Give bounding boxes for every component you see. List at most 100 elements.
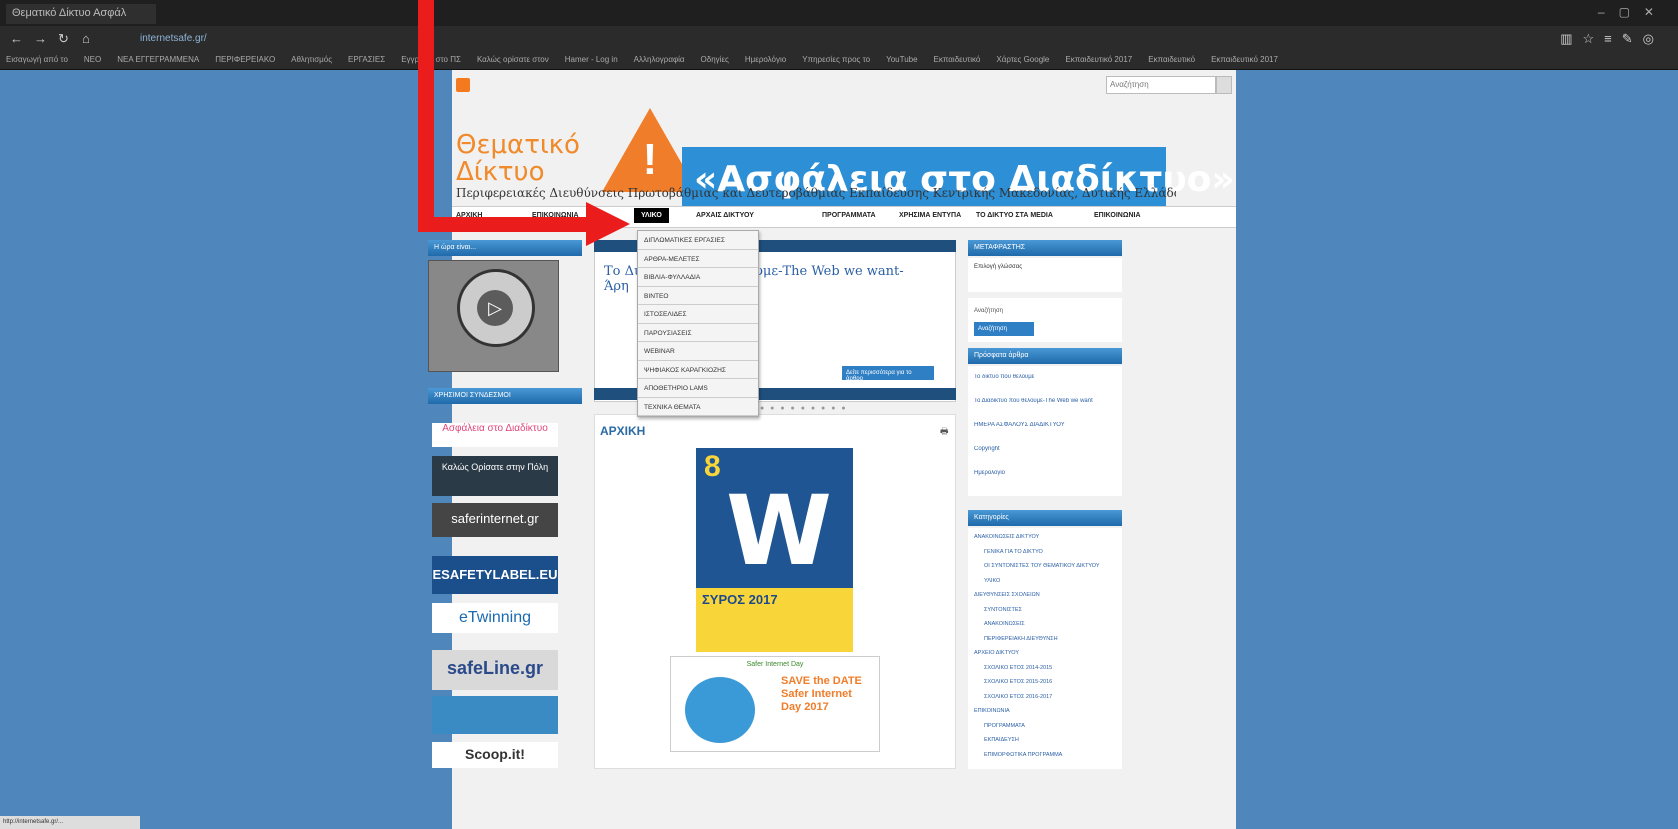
category-link[interactable]: ΓΕΝΙΚΑ ΓΙΑ ΤΟ ΔΙΚΤΥΟ: [984, 549, 1122, 555]
category-link[interactable]: ΔΙΕΥΘΥΝΣΕΙΣ ΣΧΟΛΕΙΩΝ: [974, 592, 1114, 598]
clock-video[interactable]: ▷: [428, 260, 559, 372]
categories-title: Κατηγορίες: [968, 510, 1122, 526]
favorite-item[interactable]: ΕΡΓΑΣΙΕΣ: [348, 55, 385, 64]
category-link[interactable]: ΑΡΧΕΙΟ ΔΙΚΤΥΟΥ: [974, 650, 1114, 656]
read-more-button[interactable]: Δείτε περισσότερα για το άρθρο: [842, 366, 934, 382]
dropdown-item[interactable]: ΒΙΝΤΕΟ: [638, 287, 758, 305]
play-button[interactable]: ▷: [477, 290, 513, 326]
poster-city: ΣΥΡΟΣ 2017: [696, 588, 853, 652]
recent-article-link[interactable]: Το Διαδίκτυο που θέλουμε-The Web we want: [974, 398, 1116, 404]
dropdown-item[interactable]: ΤΕΧΝΙΚΑ ΘΕΜΑΤΑ: [638, 398, 758, 416]
print-icon[interactable]: 🖶: [940, 424, 949, 440]
recent-article-link[interactable]: ΗΜΕΡΑ ΑΣΦΑΛΟΥΣ ΔΙΑΔΙΚΤΥΟΥ: [974, 422, 1116, 428]
favorite-item[interactable]: Εκπαιδευτικό 2017: [1065, 55, 1132, 64]
favorite-item[interactable]: NEO: [84, 55, 101, 64]
menu-item-archive[interactable]: ΑΡΧΑΙΣ ΔΙΚΤΥΟΥ: [696, 212, 754, 219]
link-saferinternet[interactable]: saferinternet.gr: [432, 503, 558, 537]
clock-box-title: Η ώρα είναι...: [428, 240, 582, 256]
dropdown-item[interactable]: ΨΗΦΙΑΚΟΣ ΚΑΡΑΓΚΙΟΖΗΣ: [638, 361, 758, 379]
recent-articles-title: Πρόσφατα άρθρα: [968, 348, 1122, 364]
category-link[interactable]: ΕΠΙΜΟΡΦΩΤΙΚΑ ΠΡΟΓΡΑΜΜΑ: [984, 752, 1122, 758]
category-link[interactable]: ΕΠΙΚΟΙΝΩΝΙΑ: [974, 708, 1114, 714]
red-arrow-shaft-horizontal: [418, 217, 588, 232]
dropdown-item[interactable]: WEBINAR: [638, 342, 758, 361]
category-link[interactable]: ΣΧΟΛΙΚΟ ΕΤΟΣ 2016-2017: [984, 694, 1122, 700]
category-link[interactable]: ΠΕΡΙΦΕΡΕΙΑΚΗ ΔΙΕΥΘΥΝΣΗ: [984, 636, 1122, 642]
link-scoopit[interactable]: Scoop.it!: [432, 742, 558, 768]
sid-text: SAVE the DATE Safer Internet Day 2017: [781, 675, 862, 713]
slider-dots[interactable]: ● ● ● ● ● ● ● ● ●: [760, 405, 848, 412]
favorite-item[interactable]: Εκπαιδευτικό: [934, 55, 981, 64]
menu-item-media[interactable]: ΤΟ ΔΙΚΤΥΟ ΣΤΑ MEDIA: [976, 212, 1053, 219]
favorite-item[interactable]: Ημερολόγιο: [745, 55, 786, 64]
home-icon[interactable]: ⌂: [82, 31, 90, 46]
dropdown-item[interactable]: ΑΡΘΡΑ-ΜΕΛΕΤΕΣ: [638, 250, 758, 268]
link-safeline[interactable]: safeLine.gr: [432, 650, 558, 690]
dropdown-item[interactable]: ΒΙΒΛΙΑ-ΦΥΛΛΑΔΙΑ: [638, 268, 758, 287]
favorite-item[interactable]: Χάρτες Google: [996, 55, 1049, 64]
recent-article-link[interactable]: Ημερολόγιο: [974, 470, 1116, 476]
link-internet-safety[interactable]: Ασφάλεια στο Διαδίκτυο: [432, 423, 558, 447]
dropdown-item[interactable]: ΑΠΟΘΕΤΗΡΙΟ LAMS: [638, 379, 758, 398]
refresh-icon[interactable]: ↻: [58, 31, 69, 47]
logo-line2: Δίκτυο: [456, 157, 545, 187]
category-link[interactable]: ΕΚΠΑΙΔΕΥΣΗ: [984, 737, 1122, 743]
forward-icon[interactable]: →: [34, 31, 47, 46]
site-search-input[interactable]: Αναζήτηση: [1106, 76, 1216, 94]
useful-links-title: ΧΡΗΣΙΜΟΙ ΣΥΝΔΕΣΜΟΙ: [428, 388, 582, 404]
favorite-item[interactable]: Εκπαιδευτικό 2017: [1211, 55, 1278, 64]
category-link[interactable]: ΣΧΟΛΙΚΟ ΕΤΟΣ 2014-2015: [984, 665, 1122, 671]
favorite-item[interactable]: Οδηγίες: [701, 55, 729, 64]
category-link[interactable]: ΣΥΝΤΟΝΙΣΤΕΣ: [984, 607, 1122, 613]
favorite-item[interactable]: ΠΕΡΙΦΕΡΕΙΑΚΟ: [215, 55, 275, 64]
link-etwinning[interactable]: eTwinning: [432, 603, 558, 633]
slide-title-line2[interactable]: Άρη: [604, 279, 629, 294]
favorite-item[interactable]: Hamer - Log in: [565, 55, 618, 64]
menu-item-forms[interactable]: ΧΡΗΣΙΜΑ ΕΝΤΥΠΑ: [899, 212, 961, 219]
search-box: Αναζήτηση Αναζήτηση: [968, 298, 1122, 342]
favorite-item[interactable]: Αθλητισμός: [291, 55, 332, 64]
browser-title-bar: Θεματικό Δίκτυο Ασφάλ –▢✕: [0, 0, 1678, 26]
category-link[interactable]: ΑΝΑΚΟΙΝΩΣΕΙΣ ΔΙΚΤΥΟΥ: [974, 534, 1114, 540]
window-controls[interactable]: –▢✕: [1598, 5, 1668, 19]
rss-icon[interactable]: [456, 78, 470, 92]
conference-poster[interactable]: 8 W ΣΥΡΟΣ 2017: [696, 448, 853, 652]
favorite-item[interactable]: Καλώς ορίσατε στον: [477, 55, 549, 64]
category-link[interactable]: ΣΧΟΛΙΚΟ ΕΤΟΣ 2015-2016: [984, 679, 1122, 685]
dropdown-item[interactable]: ΙΣΤΟΣΕΛΙΔΕΣ: [638, 305, 758, 324]
recent-article-link[interactable]: Copyright: [974, 446, 1116, 452]
back-icon[interactable]: ←: [10, 31, 23, 46]
link-city[interactable]: Καλώς Ορίσατε στην Πόλη: [432, 456, 558, 496]
logo-line1: Θεματικό: [456, 130, 580, 160]
site-search-button[interactable]: [1216, 76, 1232, 94]
favorite-item[interactable]: Υπηρεσίες προς το: [802, 55, 870, 64]
favorite-item[interactable]: Εισαγωγή από το: [6, 55, 68, 64]
link-esafetylabel[interactable]: ESAFETYLABEL.EU: [432, 556, 558, 594]
right-search-button[interactable]: Αναζήτηση: [974, 322, 1034, 336]
category-link[interactable]: ΑΝΑΚΟΙΝΩΣΕΙΣ: [984, 621, 1122, 627]
link-banner-image[interactable]: [432, 696, 558, 734]
article-heading: ΑΡΧΙΚΗ: [600, 424, 646, 438]
right-search-input[interactable]: Αναζήτηση: [974, 308, 1003, 314]
browser-tab[interactable]: Θεματικό Δίκτυο Ασφάλ: [6, 4, 156, 24]
dropdown-item[interactable]: ΔΙΠΛΩΜΑΤΙΚΕΣ ΕΡΓΑΣΙΕΣ: [638, 231, 758, 250]
favorite-item[interactable]: Αλληλογραφία: [634, 55, 685, 64]
category-link[interactable]: ΥΛΙΚΟ: [984, 578, 1122, 584]
menu-item-programs[interactable]: ΠΡΟΓΡΑΜΜΑΤΑ: [822, 212, 876, 219]
recent-articles-list: Το δίκτυο που θέλουμε Το Διαδίκτυο που θέ…: [968, 366, 1122, 496]
recent-article-link[interactable]: Το δίκτυο που θέλουμε: [974, 374, 1116, 380]
menu-item-contact2[interactable]: ΕΠΙΚΟΙΝΩΝΙΑ: [1094, 212, 1141, 219]
language-select[interactable]: Επιλογή γλώσσας: [974, 264, 1022, 270]
browser-toolbar-icons[interactable]: ▥☆≡✎◎: [1560, 31, 1664, 47]
site-logo-text[interactable]: Θεματικό Δίκτυο: [456, 132, 580, 186]
category-link[interactable]: ΠΡΟΓΡΑΜΜΑΤΑ: [984, 723, 1122, 729]
favorite-item[interactable]: ΝΕΑ ΕΓΓΕΓΡΑΜΜΕΝΑ: [117, 55, 199, 64]
category-link[interactable]: ΟΙ ΣΥΝΤΟΝΙΣΤΕΣ ΤΟΥ ΘΕΜΑΤΙΚΟΥ ΔΙΚΤΥΟΥ: [984, 563, 1122, 569]
favorite-item[interactable]: Εκπαιδευτικό: [1148, 55, 1195, 64]
favorite-item[interactable]: YouTube: [886, 55, 917, 64]
red-arrow-shaft-vertical: [418, 0, 434, 232]
menu-item-material[interactable]: ΥΛΙΚΟ: [634, 208, 669, 223]
safer-internet-day-banner[interactable]: Safer Internet Day SAVE the DATE Safer I…: [670, 656, 880, 752]
address-bar[interactable]: internetsafe.gr/: [140, 30, 400, 48]
dropdown-item[interactable]: ΠΑΡΟΥΣΙΑΣΕΙΣ: [638, 324, 758, 342]
